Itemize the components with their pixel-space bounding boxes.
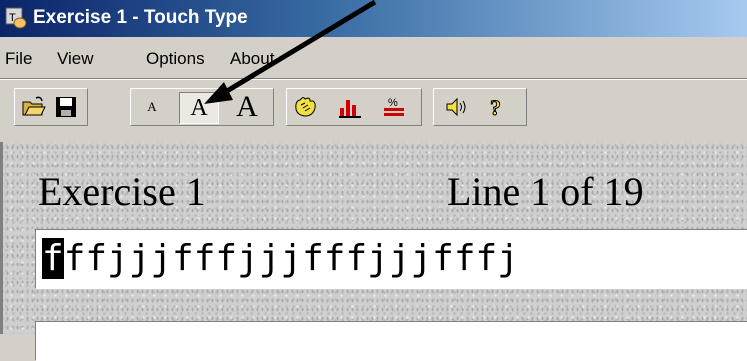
practice-text: fffjjjfffjjjfffjjjfffj (42, 237, 519, 281)
font-size-group: A A A (130, 88, 274, 126)
toolbar: A A A % ? (0, 79, 747, 142)
save-button[interactable] (51, 92, 81, 122)
menu-options[interactable]: Options (146, 49, 205, 69)
open-folder-icon (22, 96, 46, 116)
font-small-label: A (147, 99, 157, 114)
open-button[interactable] (19, 92, 49, 122)
speaker-icon (446, 97, 466, 117)
exercise-label: Exercise 1 (38, 169, 206, 214)
svg-text:?: ? (490, 95, 501, 120)
title-bar[interactable]: T Exercise 1 - Touch Type (0, 0, 747, 37)
svg-text:%: % (388, 97, 398, 109)
font-medium-button[interactable]: A (179, 92, 219, 124)
hands-icon (295, 97, 316, 117)
percent-button[interactable]: % (379, 92, 409, 122)
chart-icon (339, 100, 361, 118)
tools-button-group: % (286, 88, 422, 126)
save-icon (56, 97, 76, 117)
help-button-group: ? (433, 88, 527, 126)
exercise-area: Exercise 1 Line 1 of 19 fffjjjfffjjjfffj… (0, 142, 747, 361)
percent-icon: % (384, 97, 404, 116)
typing-input-field[interactable] (35, 321, 747, 361)
file-button-group (14, 88, 88, 126)
practice-text-line: fffjjjfffjjjfffjjjfffj (35, 229, 747, 289)
help-icon: ? (490, 95, 502, 121)
menu-view[interactable]: View (57, 49, 94, 69)
remaining-text: ffjjjfffjjjfffjjjfffj (63, 238, 519, 279)
help-button[interactable]: ? (482, 92, 512, 122)
hands-button[interactable] (291, 92, 321, 122)
menu-file[interactable]: File (5, 49, 32, 69)
font-medium-label: A (190, 94, 208, 121)
font-large-label: A (236, 90, 258, 123)
sound-button[interactable] (442, 92, 472, 122)
window-title: Exercise 1 - Touch Type (33, 7, 248, 28)
menu-bar: File View Options About (0, 37, 747, 79)
line-counter: Line 1 of 19 (447, 169, 644, 214)
font-large-button[interactable]: A (227, 90, 267, 123)
current-character: f (42, 238, 64, 279)
app-icon: T (5, 7, 27, 29)
menu-about[interactable]: About (230, 49, 274, 69)
chart-button[interactable] (335, 92, 365, 122)
font-small-button[interactable]: A (137, 92, 167, 122)
